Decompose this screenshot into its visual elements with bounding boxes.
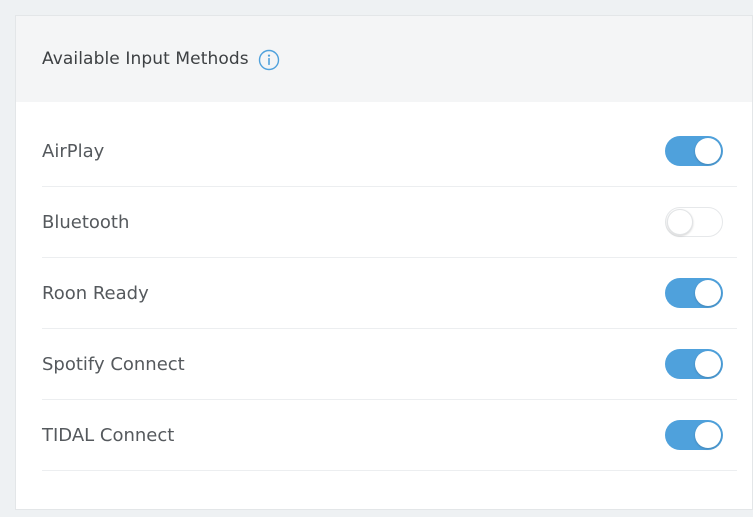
input-method-label: Roon Ready xyxy=(42,282,149,304)
input-methods-list: AirPlay Bluetooth Roon Ready Spotify Con… xyxy=(16,102,752,471)
panel-header: Available Input Methods xyxy=(16,16,752,102)
list-item-spotify-connect: Spotify Connect xyxy=(42,329,737,400)
toggle-knob xyxy=(695,422,721,448)
input-method-label: TIDAL Connect xyxy=(42,424,175,446)
list-item-airplay: AirPlay xyxy=(42,116,737,187)
spotify-connect-toggle[interactable] xyxy=(665,349,723,379)
input-method-label: Bluetooth xyxy=(42,211,130,233)
info-icon[interactable] xyxy=(258,49,280,71)
bluetooth-toggle[interactable] xyxy=(665,207,723,237)
list-item-bluetooth: Bluetooth xyxy=(42,187,737,258)
tidal-connect-toggle[interactable] xyxy=(665,420,723,450)
toggle-knob xyxy=(667,209,693,235)
toggle-knob xyxy=(695,351,721,377)
panel-title: Available Input Methods xyxy=(42,49,249,69)
airplay-toggle[interactable] xyxy=(665,136,723,166)
toggle-knob xyxy=(695,138,721,164)
toggle-knob xyxy=(695,280,721,306)
input-method-label: AirPlay xyxy=(42,140,105,162)
roon-ready-toggle[interactable] xyxy=(665,278,723,308)
list-item-roon-ready: Roon Ready xyxy=(42,258,737,329)
list-item-tidal-connect: TIDAL Connect xyxy=(42,400,737,471)
input-methods-panel: Available Input Methods AirPlay Bluetoot… xyxy=(15,15,753,510)
input-method-label: Spotify Connect xyxy=(42,353,185,375)
